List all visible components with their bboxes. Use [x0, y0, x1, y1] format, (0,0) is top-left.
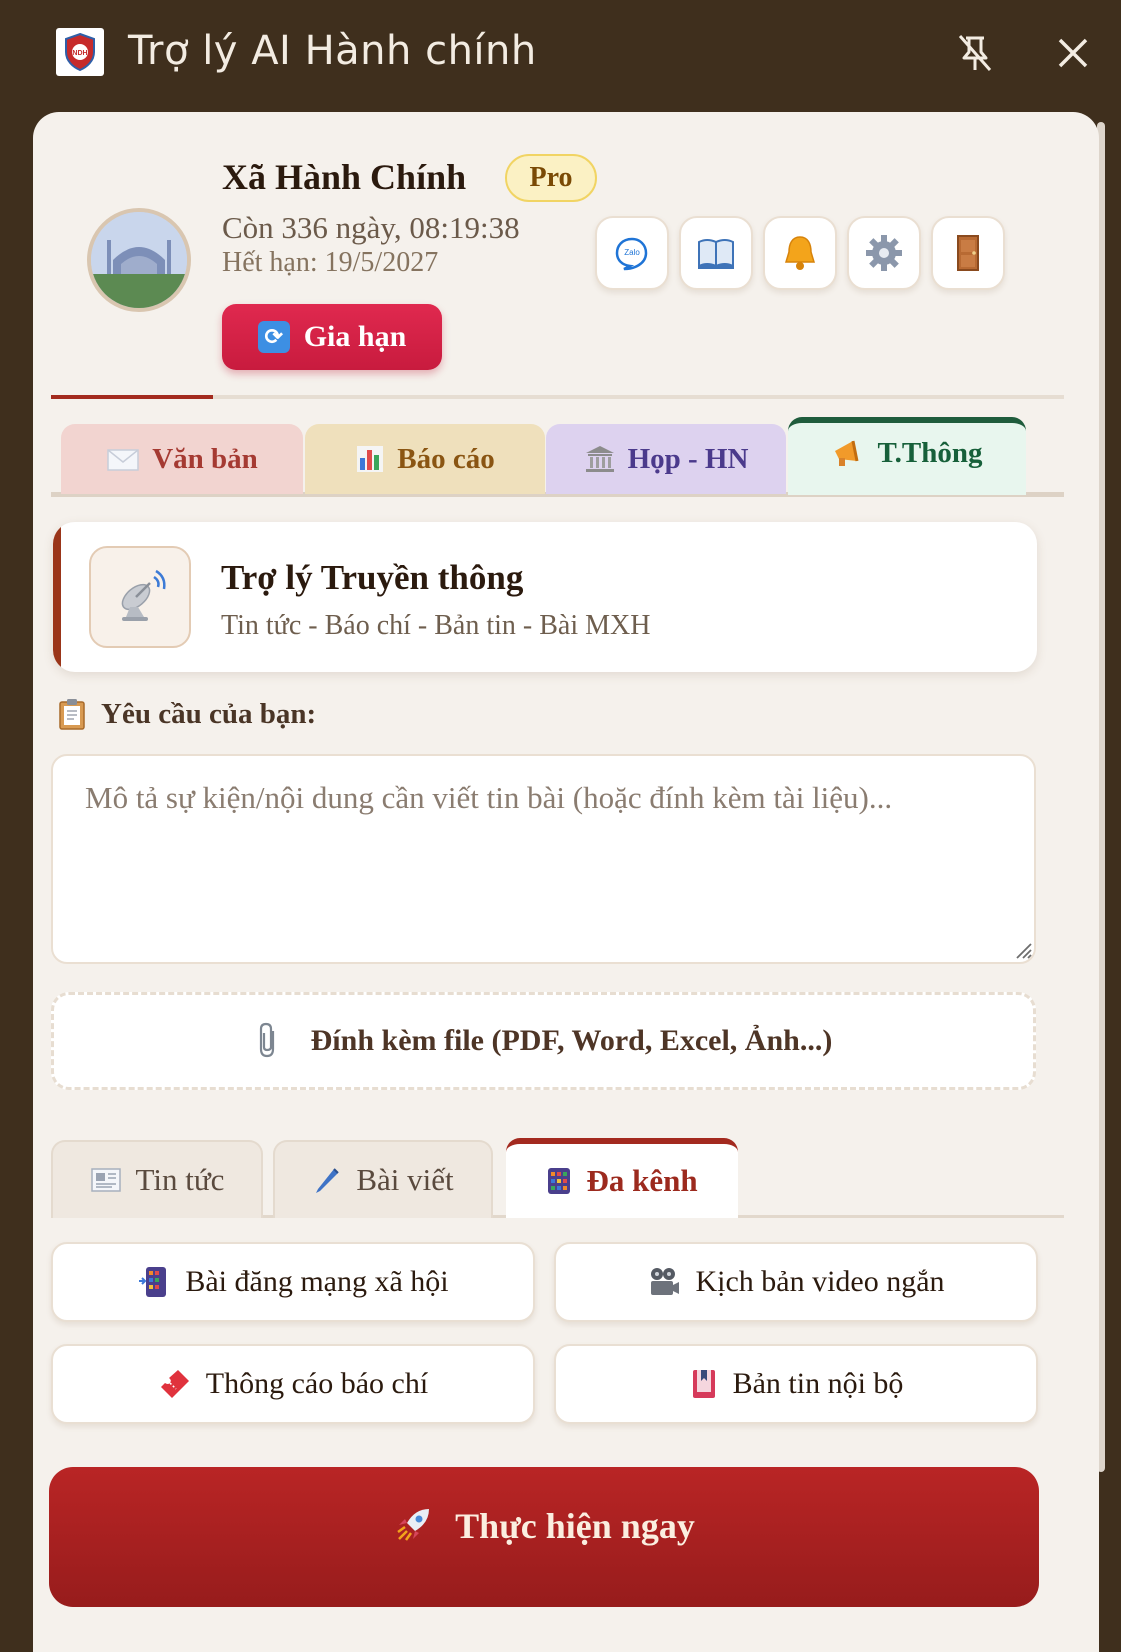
subscription-progress-fill — [51, 395, 214, 399]
gear-icon — [866, 235, 902, 271]
plan-badge: Pro — [505, 154, 597, 202]
zalo-icon: Zalo — [615, 237, 648, 271]
option-short-video-button[interactable]: Kịch bản video ngắn — [554, 1242, 1038, 1322]
zalo-button[interactable]: Zalo — [595, 216, 669, 290]
settings-button[interactable] — [847, 216, 921, 290]
classical-building-icon — [585, 446, 614, 472]
option-label: Bài đăng mạng xã hội — [185, 1265, 449, 1298]
book-icon — [698, 239, 734, 269]
expiry-date: Hết hạn: 19/5/2027 — [222, 247, 439, 278]
notifications-button[interactable] — [763, 216, 837, 290]
tab-truyen-thong[interactable]: T.Thông — [788, 417, 1026, 495]
close-icon — [1058, 38, 1088, 68]
pen-icon — [316, 1168, 340, 1193]
door-icon — [957, 235, 979, 271]
clipboard-icon — [59, 699, 85, 730]
guide-button[interactable] — [679, 216, 753, 290]
remaining-time: Còn 336 ngày, 08:19:38 — [222, 210, 520, 245]
film-camera-icon — [651, 1268, 680, 1295]
subtab-label: Đa kênh — [586, 1163, 698, 1198]
run-label: Thực hiện ngay — [455, 1506, 695, 1546]
logout-button[interactable] — [931, 216, 1005, 290]
paperclip-icon — [259, 1022, 274, 1058]
bell-icon — [784, 236, 816, 270]
option-label: Thông cáo báo chí — [205, 1367, 429, 1400]
mobile-app-icon — [139, 1267, 167, 1297]
assistant-subtitle: Tin tức - Báo chí - Bản tin - Bài MXH — [221, 610, 651, 641]
option-press-release-button[interactable]: Thông cáo báo chí — [51, 1344, 535, 1424]
megaphone-icon — [835, 440, 859, 466]
window-title: Trợ lý AI Hành chính — [128, 28, 537, 74]
svg-text:Zalo: Zalo — [624, 248, 640, 257]
tab-van-ban[interactable]: Văn bản — [61, 424, 303, 494]
close-button[interactable] — [1050, 30, 1096, 76]
attach-file-button[interactable]: Đính kèm file (PDF, Word, Excel, Ảnh...) — [51, 992, 1036, 1090]
user-name: Xã Hành Chính — [222, 157, 467, 197]
subscription-progress — [51, 395, 1064, 399]
bookmark-book-icon — [692, 1370, 715, 1398]
subtab-label: Bài viết — [356, 1162, 454, 1197]
grid-icon — [548, 1168, 571, 1194]
tab-hop-hn[interactable]: Họp - HN — [546, 424, 786, 494]
app-logo: NDH — [56, 28, 104, 76]
request-label: Yêu cầu của bạn: — [57, 697, 316, 731]
run-button[interactable]: Thực hiện ngay — [49, 1467, 1039, 1607]
title-bar: NDH Trợ lý AI Hành chính — [0, 0, 1121, 110]
subtab-da-kenh[interactable]: Đa kênh — [506, 1138, 738, 1218]
svg-text:NDH: NDH — [72, 50, 87, 57]
unpin-icon — [958, 35, 992, 71]
card-accent — [53, 522, 61, 672]
tab-bao-cao[interactable]: Báo cáo — [305, 424, 545, 494]
envelope-icon — [107, 449, 139, 471]
ticket-icon — [160, 1370, 189, 1398]
bar-chart-icon — [357, 446, 384, 472]
tab-label: Văn bản — [152, 442, 258, 475]
subtab-bai-viet[interactable]: Bài viết — [273, 1140, 493, 1218]
assistant-card: Trợ lý Truyền thông Tin tức - Báo chí - … — [53, 522, 1037, 672]
option-label: Kịch bản video ngắn — [695, 1265, 945, 1298]
option-label: Bản tin nội bộ — [732, 1367, 904, 1400]
resize-grip-icon[interactable] — [1013, 940, 1033, 960]
request-label-text: Yêu cầu của bạn: — [101, 697, 317, 730]
rocket-icon — [397, 1509, 430, 1541]
newspaper-icon — [90, 1168, 121, 1192]
attach-label: Đính kèm file (PDF, Word, Excel, Ảnh...) — [310, 1024, 833, 1057]
tab-label: Họp - HN — [627, 442, 749, 475]
unpin-button[interactable] — [952, 30, 998, 76]
renew-label: Gia hạn — [303, 320, 407, 353]
tab-label: Báo cáo — [397, 442, 495, 475]
assistant-title: Trợ lý Truyền thông — [221, 558, 524, 597]
satellite-icon — [89, 546, 191, 648]
request-input[interactable] — [51, 754, 1036, 964]
refresh-icon: ⟳ — [257, 321, 290, 353]
avatar[interactable] — [87, 208, 191, 312]
option-social-post-button[interactable]: Bài đăng mạng xã hội — [51, 1242, 535, 1322]
subtab-label: Tin tức — [135, 1162, 225, 1197]
subtab-tin-tuc[interactable]: Tin tức — [51, 1140, 263, 1218]
main-panel: Xã Hành Chính Pro Còn 336 ngày, 08:19:38… — [33, 112, 1099, 1652]
renew-button[interactable]: ⟳ Gia hạn — [222, 304, 442, 370]
tab-label: T.Thông — [877, 437, 983, 469]
option-internal-newsletter-button[interactable]: Bản tin nội bộ — [554, 1344, 1038, 1424]
